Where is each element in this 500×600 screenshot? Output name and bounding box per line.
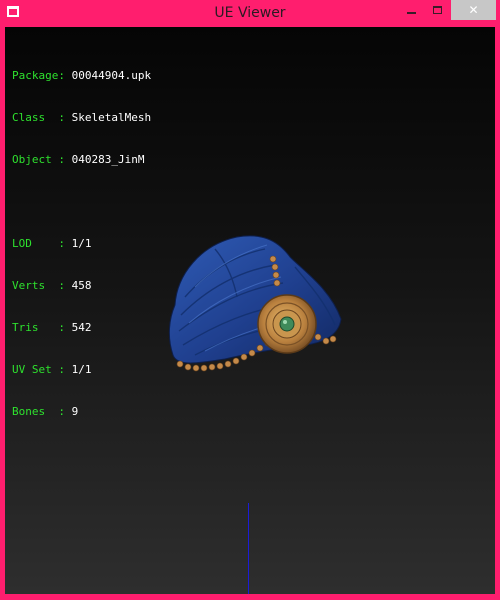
medallion	[257, 294, 317, 354]
info-row-package: Package: 00044904.upk	[12, 69, 151, 83]
info-row-spacer	[12, 195, 151, 209]
close-button[interactable]: ✕	[451, 0, 496, 20]
info-row-tris: Tris : 542	[12, 321, 151, 335]
info-label: Verts :	[12, 279, 65, 292]
info-value: 9	[71, 405, 79, 418]
info-row-bones: Bones : 9	[12, 405, 151, 419]
info-value: 458	[71, 279, 92, 292]
info-row-object: Object : 040283_JinM	[12, 153, 151, 167]
title-bar[interactable]: UE Viewer ✕	[0, 0, 500, 26]
info-label: Object :	[12, 153, 65, 166]
info-value: 542	[71, 321, 92, 334]
close-icon: ✕	[468, 3, 479, 17]
info-label: UV Set :	[12, 363, 65, 376]
maximize-icon	[432, 6, 442, 14]
3d-viewport[interactable]: Package: 00044904.upk Class : SkeletalMe…	[5, 27, 495, 594]
info-label: Bones :	[12, 405, 65, 418]
minimize-button[interactable]	[398, 0, 424, 20]
maximize-button[interactable]	[424, 0, 450, 20]
info-row-lod: LOD : 1/1	[12, 237, 151, 251]
mesh-info-panel: Package: 00044904.upk Class : SkeletalMe…	[12, 41, 151, 447]
minimize-icon	[406, 12, 416, 14]
info-label: Package:	[12, 69, 65, 82]
info-value: 1/1	[71, 363, 92, 376]
info-row-uvset: UV Set : 1/1	[12, 363, 151, 377]
turban-mesh[interactable]	[155, 227, 345, 377]
info-label: Tris :	[12, 321, 65, 334]
info-row-verts: Verts : 458	[12, 279, 151, 293]
info-label: LOD :	[12, 237, 65, 250]
info-label: Class :	[12, 111, 65, 124]
info-value: 040283_JinM	[71, 153, 145, 166]
info-row-class: Class : SkeletalMesh	[12, 111, 151, 125]
info-value: SkeletalMesh	[71, 111, 152, 124]
info-value: 1/1	[71, 237, 92, 250]
turban-cloth	[168, 235, 342, 364]
info-value: 00044904.upk	[71, 69, 152, 82]
ue-viewer-window: UE Viewer ✕ Package: 00044904.upk Class …	[0, 0, 500, 600]
vertical-axis-line	[248, 503, 249, 594]
